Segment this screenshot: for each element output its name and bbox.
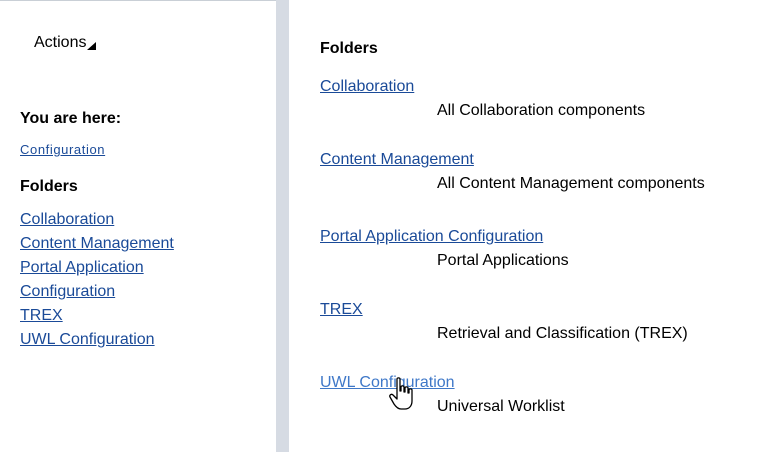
actions-label: Actions — [34, 34, 87, 51]
folder-description: Universal Worklist — [437, 398, 565, 415]
folder-entry-uwl-configuration: UWL Configuration Universal Worklist — [320, 374, 780, 416]
sidebar-link-content-management[interactable]: Content Management — [20, 232, 260, 256]
page: Actions You are here: Configuration Fold… — [0, 0, 783, 452]
folder-entry-collaboration: Collaboration All Collaboration componen… — [320, 78, 780, 120]
folder-description: All Collaboration components — [437, 102, 646, 119]
folder-entry-content-management: Content Management All Content Managemen… — [320, 151, 780, 193]
sidebar-link-collaboration[interactable]: Collaboration — [20, 208, 260, 232]
sidebar-folder-list: Collaboration Content Management Portal … — [20, 208, 260, 352]
sidebar-folders-heading: Folders — [20, 178, 78, 195]
folder-link-uwl-configuration[interactable]: UWL Configuration — [320, 374, 455, 392]
you-are-here-label: You are here: — [20, 110, 122, 127]
navigation-sidebar: Actions You are here: Configuration Fold… — [0, 0, 276, 452]
folder-entry-trex: TREX Retrieval and Classification (TREX) — [320, 301, 780, 343]
sidebar-link-uwl-configuration[interactable]: UWL Configuration — [20, 328, 260, 352]
folder-link-content-management[interactable]: Content Management — [320, 151, 474, 169]
main-folders-heading: Folders — [320, 40, 378, 57]
triangle-down-icon — [87, 42, 97, 50]
breadcrumb-configuration[interactable]: Configuration — [20, 142, 105, 157]
folder-description: Portal Applications — [437, 252, 569, 269]
folder-description: All Content Management components — [437, 175, 705, 192]
folder-link-trex[interactable]: TREX — [320, 301, 363, 319]
actions-menu[interactable]: Actions — [34, 34, 97, 52]
folder-description: Retrieval and Classification (TREX) — [437, 325, 688, 342]
folder-link-collaboration[interactable]: Collaboration — [320, 78, 414, 96]
pane-divider — [276, 0, 289, 452]
folder-link-portal-application-configuration[interactable]: Portal Application Configuration — [320, 228, 543, 246]
folder-entry-portal-application-configuration: Portal Application Configuration Portal … — [320, 228, 780, 270]
sidebar-link-portal-application-configuration[interactable]: Portal Application Configuration — [20, 256, 195, 304]
sidebar-top-rule — [0, 0, 276, 1]
sidebar-link-trex[interactable]: TREX — [20, 304, 260, 328]
